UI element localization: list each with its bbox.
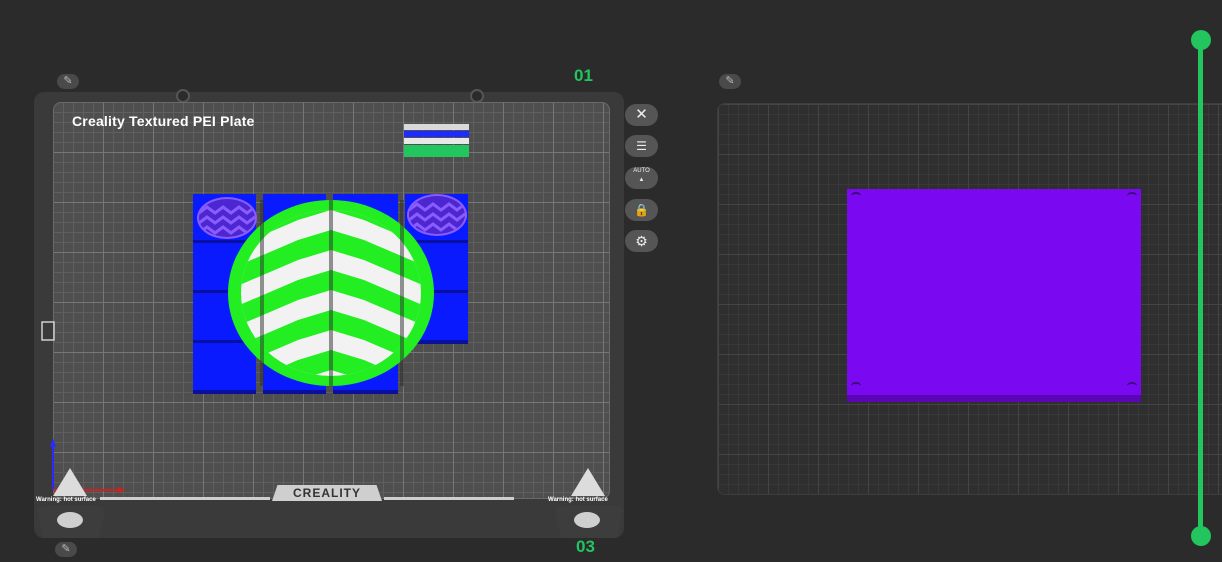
edit-plate-name-icon[interactable]: ✎ [57,74,79,89]
purple-model[interactable] [847,189,1141,402]
arrange-icon[interactable]: ☰ [625,135,658,157]
settings-icon[interactable]: ⚙ [625,230,658,252]
plate-pin [470,89,484,103]
zigzag-oval-model[interactable] [407,194,467,236]
corner-mark [1127,382,1137,390]
brand-logo: CREALITY [272,485,382,501]
close-icon[interactable]: ✕ [625,104,658,126]
fingerprint-icon [574,512,600,528]
edit-plate-name-icon[interactable]: ✎ [719,74,741,89]
lock-icon[interactable]: 🔒 [625,199,658,221]
layer-slider-track[interactable] [1198,40,1203,536]
plate-number: 03 [576,537,595,556]
zigzag-oval-model[interactable] [197,197,257,239]
filament-color-3 [404,138,469,144]
hot-surface-warning-text: Warning: hot surface [548,497,608,503]
edit-plate-name-icon[interactable]: ✎ [55,542,77,557]
filament-color-4 [404,145,469,157]
plate-number-top: 01 [574,66,593,85]
corner-mark [851,382,861,390]
hot-surface-warning-text: Warning: hot surface [36,497,96,503]
auto-orient-icon[interactable]: AUTO ▲ [625,167,658,189]
filament-color-1 [404,124,469,130]
corner-mark [851,192,861,200]
plate-pin [176,89,190,103]
chevron-disc-model[interactable] [228,200,434,386]
plate-name: Creality Textured PEI Plate [72,113,255,129]
layer-slider-bottom-handle[interactable] [1191,526,1211,546]
axis-gizmo [41,321,126,493]
filament-color-2 [404,131,469,137]
plate-edge-line [100,497,270,500]
plate-edge-line [384,497,514,500]
layer-slider-top-handle[interactable] [1191,30,1211,50]
fingerprint-icon [57,512,83,528]
corner-mark [1127,192,1137,200]
